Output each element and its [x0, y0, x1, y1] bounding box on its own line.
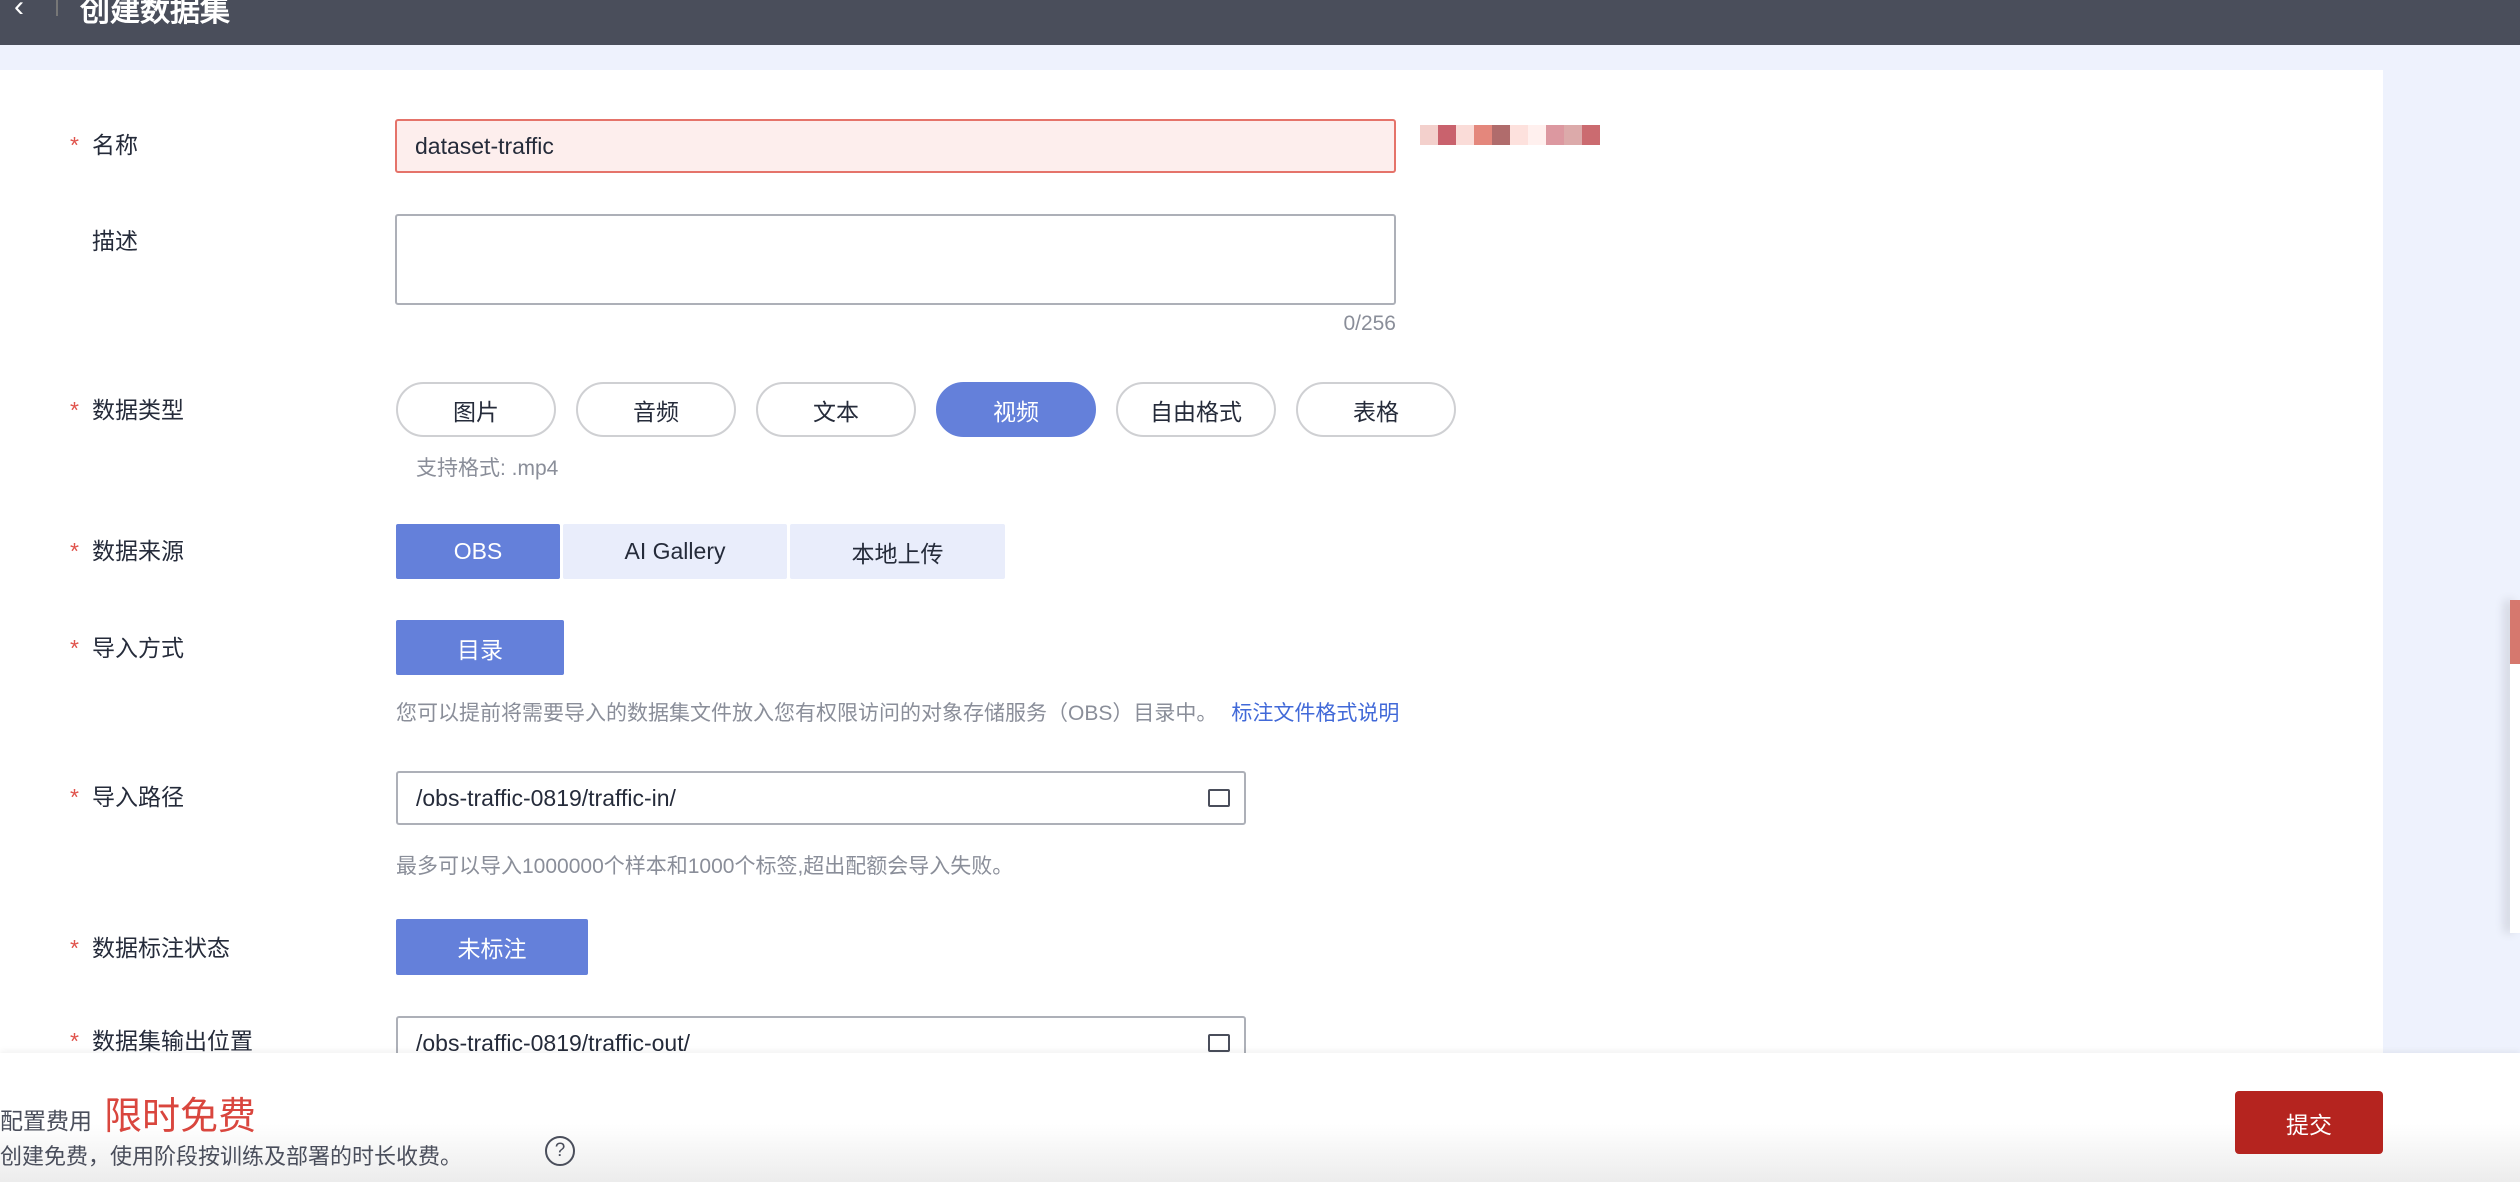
description-textarea[interactable] [395, 214, 1396, 305]
description-label: 描述 [70, 226, 138, 256]
name-input[interactable]: dataset-traffic [395, 119, 1396, 173]
import-quota-hint: 最多可以导入1000000个样本和1000个标签,超出配额会导入失败。 [396, 850, 1013, 880]
data-type-label: *数据类型 [70, 395, 184, 425]
name-label: *名称 [70, 130, 138, 160]
data-type-table[interactable]: 表格 [1296, 382, 1456, 437]
description-counter: 0/256 [1300, 312, 1396, 336]
data-type-text[interactable]: 文本 [756, 382, 916, 437]
import-path-label: *导入路径 [70, 782, 184, 812]
fee-description: 创建免费，使用阶段按训练及部署的时长收费。 [0, 1139, 462, 1171]
blurred-error-message [1420, 125, 1600, 145]
chevron-left-icon[interactable]: ‹ [14, 0, 24, 24]
import-method-directory[interactable]: 目录 [396, 620, 564, 675]
import-method-label: *导入方式 [70, 633, 184, 663]
fee-label: 配置费用 [0, 1102, 92, 1136]
fee-row: 配置费用限时免费 [0, 1085, 256, 1140]
footer-bar: 配置费用限时免费 创建免费，使用阶段按训练及部署的时长收费。 ? 提交 [0, 1053, 2520, 1182]
label-status-unlabeled[interactable]: 未标注 [396, 919, 588, 975]
supported-format-hint: 支持格式: .mp4 [416, 452, 558, 482]
folder-icon[interactable] [1208, 789, 1230, 807]
folder-icon[interactable] [1208, 1034, 1230, 1052]
import-path-value: /obs-traffic-0819/traffic-in/ [416, 785, 676, 812]
data-type-audio[interactable]: 音频 [576, 382, 736, 437]
source-obs[interactable]: OBS [396, 524, 560, 579]
source-local-upload[interactable]: 本地上传 [790, 524, 1005, 579]
page-title: 创建数据集 [80, 0, 230, 30]
label-status-label: *数据标注状态 [70, 933, 230, 963]
data-source-label: *数据来源 [70, 536, 184, 566]
data-type-free-format[interactable]: 自由格式 [1116, 382, 1276, 437]
annotation-format-link[interactable]: 标注文件格式说明 [1231, 702, 1399, 725]
submit-button[interactable]: 提交 [2235, 1091, 2383, 1154]
output-path-label: *数据集输出位置 [70, 1026, 253, 1056]
top-header: ‹ 创建数据集 [0, 0, 2520, 45]
header-divider [56, 0, 58, 16]
side-panel-edge [2510, 600, 2520, 933]
data-type-video[interactable]: 视频 [936, 382, 1096, 437]
source-ai-gallery[interactable]: AI Gallery [563, 524, 787, 579]
import-path-input[interactable]: /obs-traffic-0819/traffic-in/ [396, 771, 1246, 825]
import-method-hint: 您可以提前将需要导入的数据集文件放入您有权限访问的对象存储服务（OBS）目录中。… [396, 697, 1399, 727]
fee-value: 限时免费 [104, 1085, 256, 1140]
data-type-image[interactable]: 图片 [396, 382, 556, 437]
help-icon[interactable]: ? [545, 1136, 575, 1166]
name-value: dataset-traffic [415, 133, 554, 160]
